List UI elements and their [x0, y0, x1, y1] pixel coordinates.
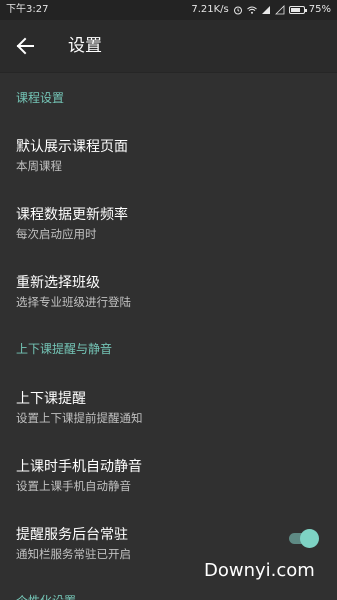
- setting-reselect-class[interactable]: 重新选择班级 选择专业班级进行登陆: [0, 272, 337, 336]
- battery-percent: 75%: [308, 4, 331, 15]
- section-header-reminder: 上下课提醒与静音: [16, 342, 113, 356]
- setting-title: 上下课提醒: [16, 391, 86, 407]
- section-header-course: 课程设置: [16, 91, 65, 105]
- setting-summary: 本周课程: [16, 159, 62, 173]
- screen: 下午3:27 7.21K/s 75% 设置 课程设置 默认展示课程页面 本周课程…: [0, 0, 337, 600]
- setting-title: 提醒服务后台常驻: [16, 527, 128, 543]
- setting-update-frequency[interactable]: 课程数据更新频率 每次启动应用时: [0, 204, 337, 268]
- status-bar: 下午3:27 7.21K/s 75%: [0, 0, 337, 20]
- app-bar: 设置: [0, 20, 337, 72]
- setting-summary: 设置上课手机自动静音: [16, 479, 131, 493]
- reminder-service-toggle[interactable]: [287, 528, 319, 548]
- back-button[interactable]: [10, 32, 40, 60]
- setting-title: 课程数据更新频率: [16, 207, 128, 223]
- section-header-personalization: 个性化设置: [16, 592, 76, 600]
- toggle-thumb: [300, 529, 319, 548]
- setting-title: 上课时手机自动静音: [16, 459, 142, 475]
- setting-summary: 设置上下课提前提醒通知: [16, 411, 143, 425]
- setting-title: 默认展示课程页面: [16, 139, 128, 155]
- signal-icon: [261, 6, 270, 14]
- arrow-back-icon: [16, 37, 34, 55]
- settings-list[interactable]: 课程设置 默认展示课程页面 本周课程 课程数据更新频率 每次启动应用时 重新选择…: [0, 73, 337, 600]
- battery-tip: [304, 9, 307, 12]
- watermark: Downyi.com: [204, 560, 315, 581]
- status-time: 下午3:27: [6, 4, 49, 15]
- setting-summary: 每次启动应用时: [16, 227, 97, 241]
- network-speed: 7.21K/s: [191, 4, 229, 15]
- setting-summary: 选择专业班级进行登陆: [16, 295, 131, 309]
- wifi-icon: [246, 6, 257, 14]
- status-icons: 7.21K/s 75%: [191, 0, 331, 20]
- battery-icon: [288, 6, 307, 14]
- setting-auto-mute[interactable]: 上课时手机自动静音 设置上课手机自动静音: [0, 456, 337, 520]
- setting-summary: 通知栏服务常驻已开启: [16, 547, 131, 561]
- setting-class-reminder[interactable]: 上下课提醒 设置上下课提前提醒通知: [0, 388, 337, 452]
- alarm-icon: [233, 6, 242, 15]
- signal-icon-2: [274, 5, 285, 15]
- setting-default-course-page[interactable]: 默认展示课程页面 本周课程: [0, 136, 337, 200]
- battery-level: [290, 8, 300, 12]
- page-title: 设置: [68, 36, 102, 56]
- setting-title: 重新选择班级: [16, 275, 100, 291]
